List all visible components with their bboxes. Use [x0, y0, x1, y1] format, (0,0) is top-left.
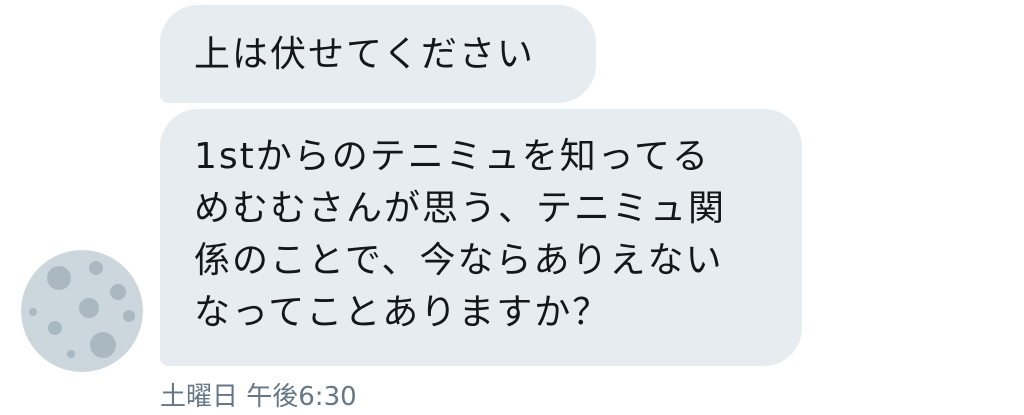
- dm-conversation: 上は伏せてください 1stからのテニミュを知ってる めむむさんが思う、テニミュ関…: [0, 0, 1024, 415]
- message-bubble[interactable]: 上は伏せてください: [160, 5, 596, 103]
- message-bubble[interactable]: 1stからのテニミュを知ってる めむむさんが思う、テニミュ関 係のことで、今なら…: [160, 109, 802, 366]
- avatar[interactable]: [21, 250, 143, 372]
- message-text: 上は伏せてください: [194, 34, 535, 75]
- message-text-line: めむむさんが思う、テニミュ関: [194, 188, 727, 229]
- message-text-line: 係のことで、今ならありえない: [194, 240, 724, 281]
- message-text-line: 1stからのテニミュを知ってる: [194, 136, 710, 177]
- message-timestamp: 土曜日 午後6:30: [160, 382, 357, 412]
- message-text-line: なってことありますか？: [194, 292, 611, 333]
- moon-icon: [21, 250, 143, 372]
